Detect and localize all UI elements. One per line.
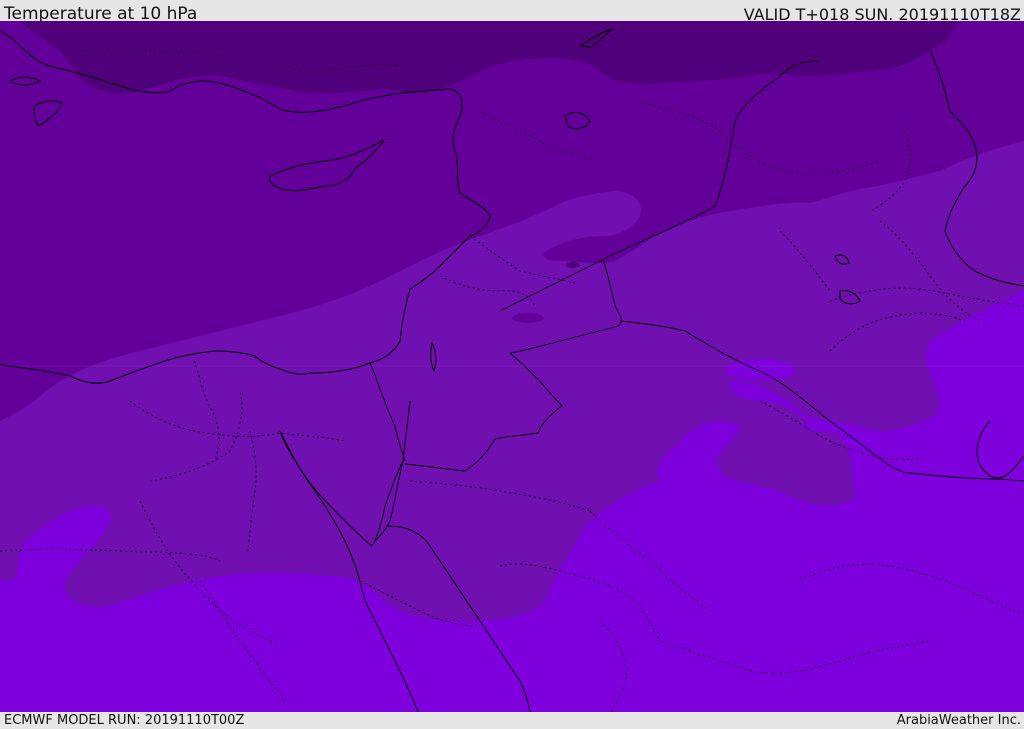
header-bar: Temperature at 10 hPa VALID T+018 SUN. 2… (0, 0, 1024, 24)
small-light-patch (725, 359, 795, 381)
temperature-map (0, 21, 1024, 712)
footer-bar: ECMWF MODEL RUN: 20191110T00Z ArabiaWeat… (0, 712, 1024, 729)
small-dark-patch (512, 313, 544, 323)
map-canvas (0, 21, 1024, 712)
model-run-label: ECMWF MODEL RUN: 20191110T00Z (4, 713, 245, 728)
credit-label: ArabiaWeather Inc. (896, 713, 1021, 728)
small-darkest-patch (566, 262, 580, 268)
